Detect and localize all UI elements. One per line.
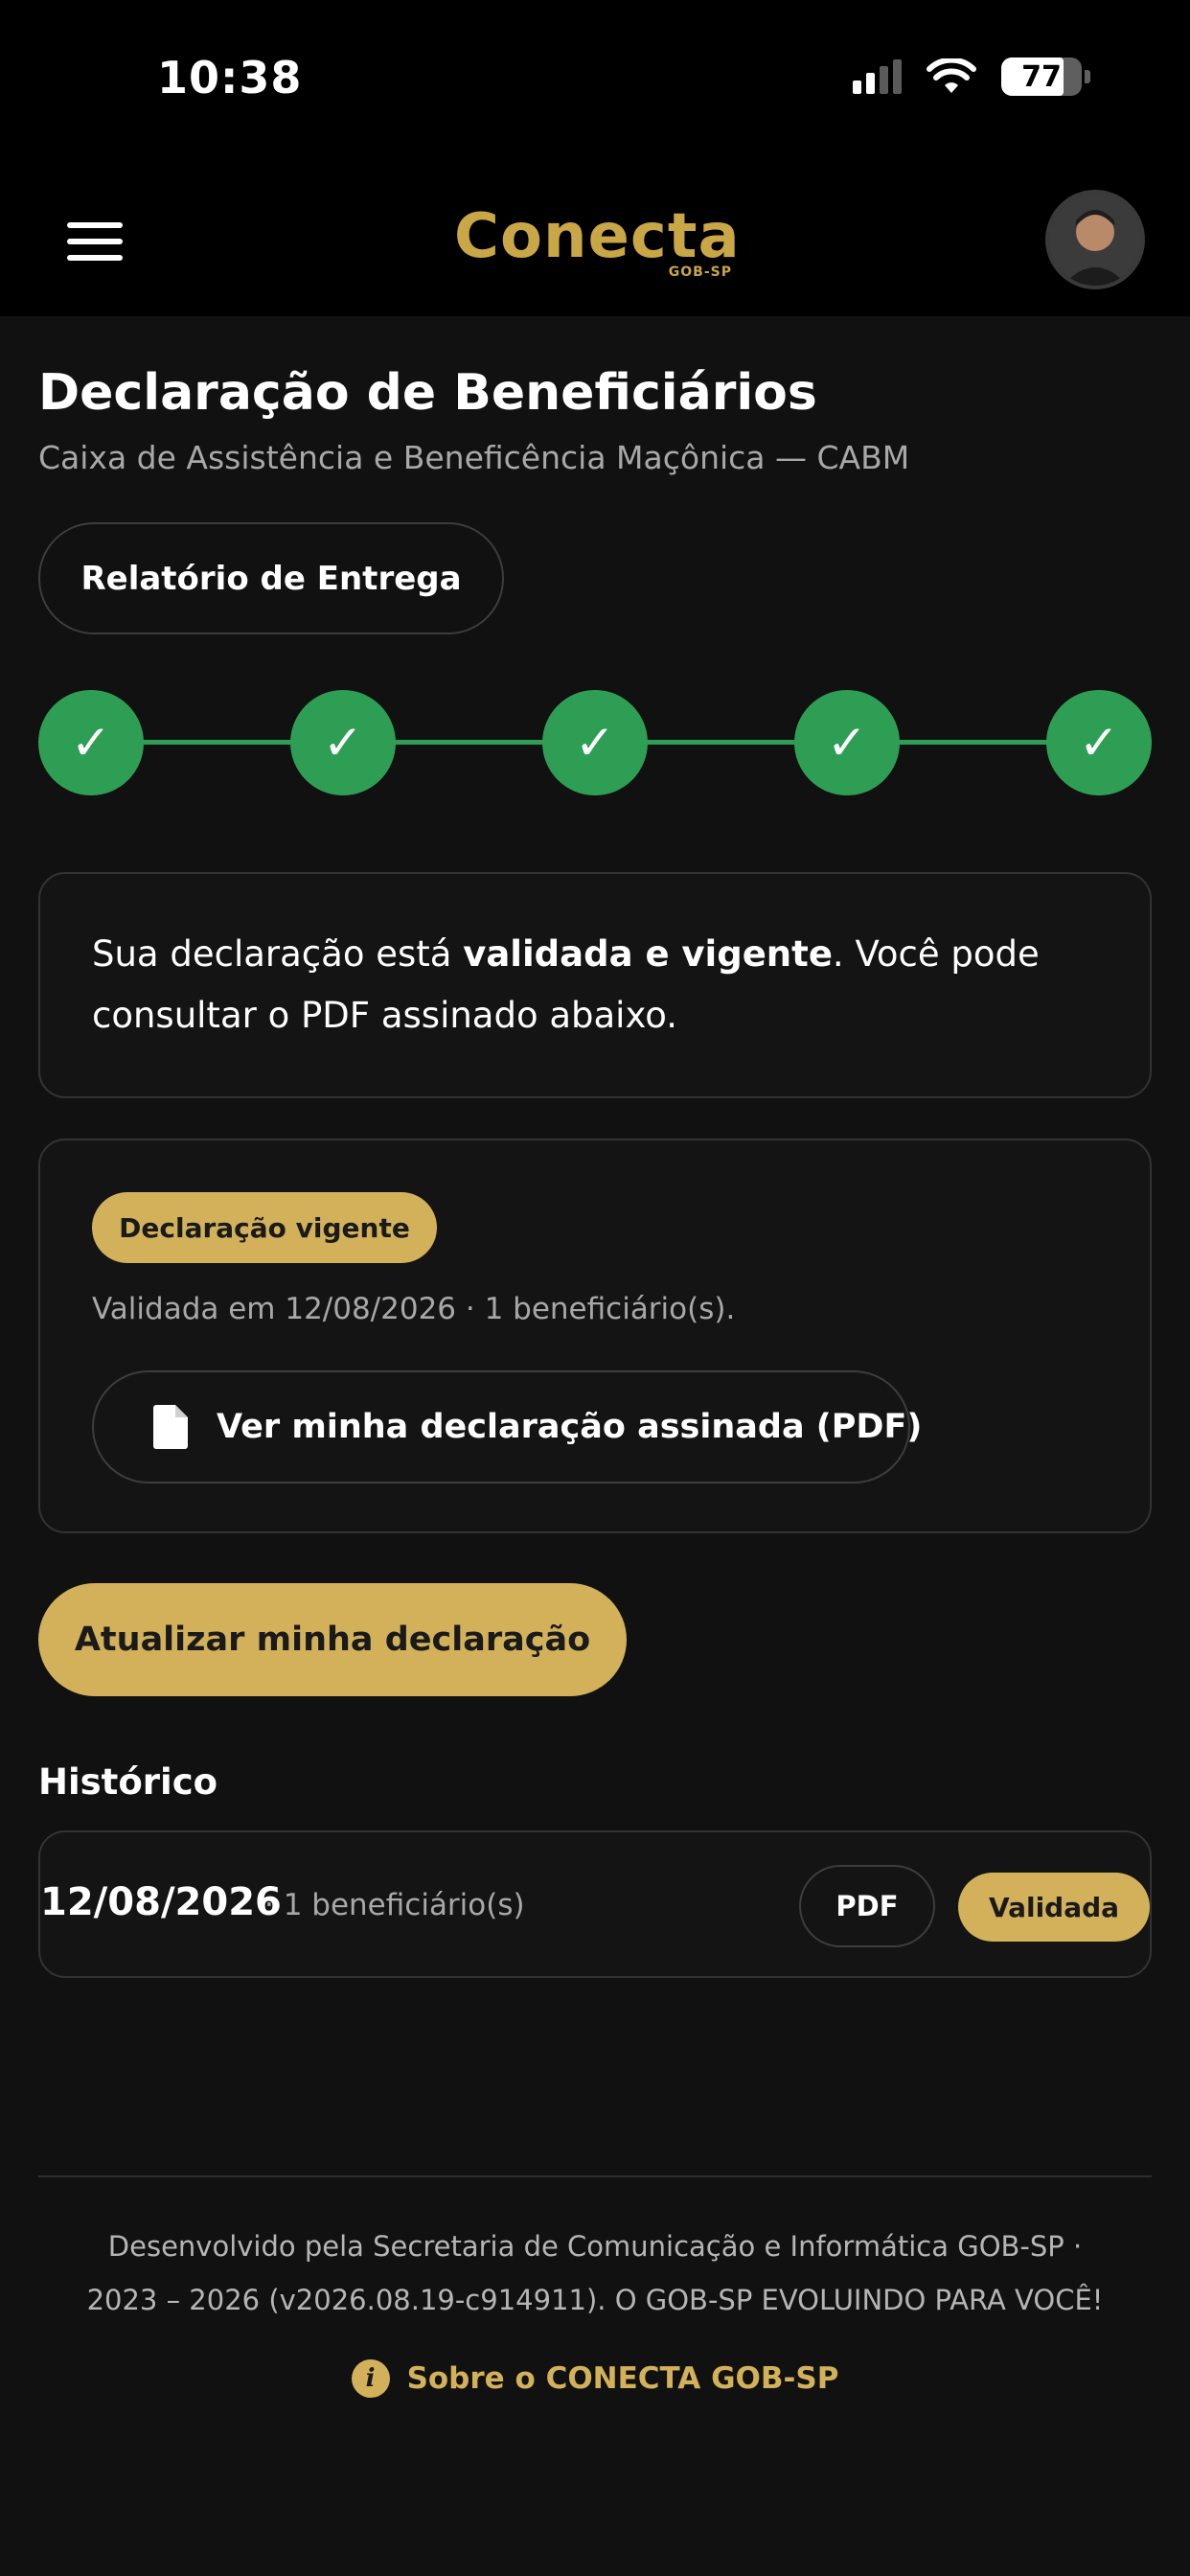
logo-word: Conecta	[454, 201, 741, 272]
footer-divider	[38, 2175, 1152, 2177]
step-1-check-icon: ✓	[38, 690, 144, 795]
step-3-check-icon: ✓	[542, 690, 648, 795]
logo-subtext: GOB-SP	[668, 264, 732, 280]
about-conecta-label: Sobre o CONECTA GOB-SP	[406, 2361, 839, 2396]
history-pdf-button[interactable]: PDF	[799, 1865, 935, 1947]
page-subtitle: Caixa de Assistência e Beneficência Maçô…	[38, 439, 910, 476]
history-row: 12/08/2026 · 1 beneficiário(s) PDF Valid…	[38, 1830, 1152, 1978]
status-badge: Declaração vigente	[92, 1192, 437, 1263]
step-4-check-icon: ✓	[794, 690, 900, 795]
wifi-icon	[927, 58, 976, 93]
footer-credits: Desenvolvido pela Secretaria de Comunica…	[0, 2220, 1190, 2327]
status-info-text: Sua declaração está validada e vigente. …	[92, 933, 1040, 1036]
declaration-status-card: Declaração vigente Validada em 12/08/202…	[38, 1138, 1152, 1533]
history-status-badge: Validada	[958, 1873, 1150, 1942]
battery-tip	[1085, 70, 1090, 83]
about-conecta-link[interactable]: i Sobre o CONECTA GOB-SP	[0, 2359, 1190, 2398]
history-date: 12/08/2026	[40, 1880, 282, 1924]
footer-line-1: Desenvolvido pela Secretaria de Comunica…	[107, 2230, 1083, 2263]
history-meta: · 1 beneficiário(s)	[264, 1888, 525, 1922]
status-time: 10:38	[157, 52, 303, 104]
battery-level: 77	[1021, 59, 1062, 94]
avatar-image	[1049, 194, 1141, 286]
footer-line-2: 2023 – 2026 (v2026.08.19-c914911). O GOB…	[86, 2284, 1104, 2316]
update-declaration-button[interactable]: Atualizar minha declaração	[38, 1583, 627, 1696]
menu-icon[interactable]	[67, 222, 123, 261]
delivery-report-button[interactable]: Relatório de Entrega	[38, 522, 504, 634]
page-title: Declaração de Beneficiários	[38, 364, 817, 422]
signal-icon	[853, 59, 902, 94]
step-5-check-icon: ✓	[1046, 690, 1152, 795]
conecta-logo[interactable]: Conecta GOB-SP	[454, 199, 742, 286]
document-icon	[153, 1405, 188, 1449]
battery-icon: 77	[1001, 58, 1082, 96]
view-signed-pdf-button[interactable]: Ver minha declaração assinada (PDF)	[92, 1370, 922, 1484]
status-indicators: 77	[853, 58, 1090, 96]
step-2-check-icon: ✓	[290, 690, 396, 795]
view-signed-pdf-label: Ver minha declaração assinada (PDF)	[217, 1408, 923, 1446]
info-icon: i	[351, 2359, 390, 2398]
avatar[interactable]	[1045, 190, 1145, 289]
top-bar: 10:38 77 Conecta GOB-SP	[0, 0, 1190, 316]
validation-info: Validada em 12/08/2026 · 1 beneficiário(…	[92, 1292, 736, 1326]
status-info-card: Sua declaração está validada e vigente. …	[38, 872, 1152, 1098]
history-title: Histórico	[38, 1761, 218, 1803]
status-highlight: validada e vigente	[463, 933, 833, 975]
progress-stepper: ✓ ✓ ✓ ✓ ✓	[38, 690, 1152, 795]
